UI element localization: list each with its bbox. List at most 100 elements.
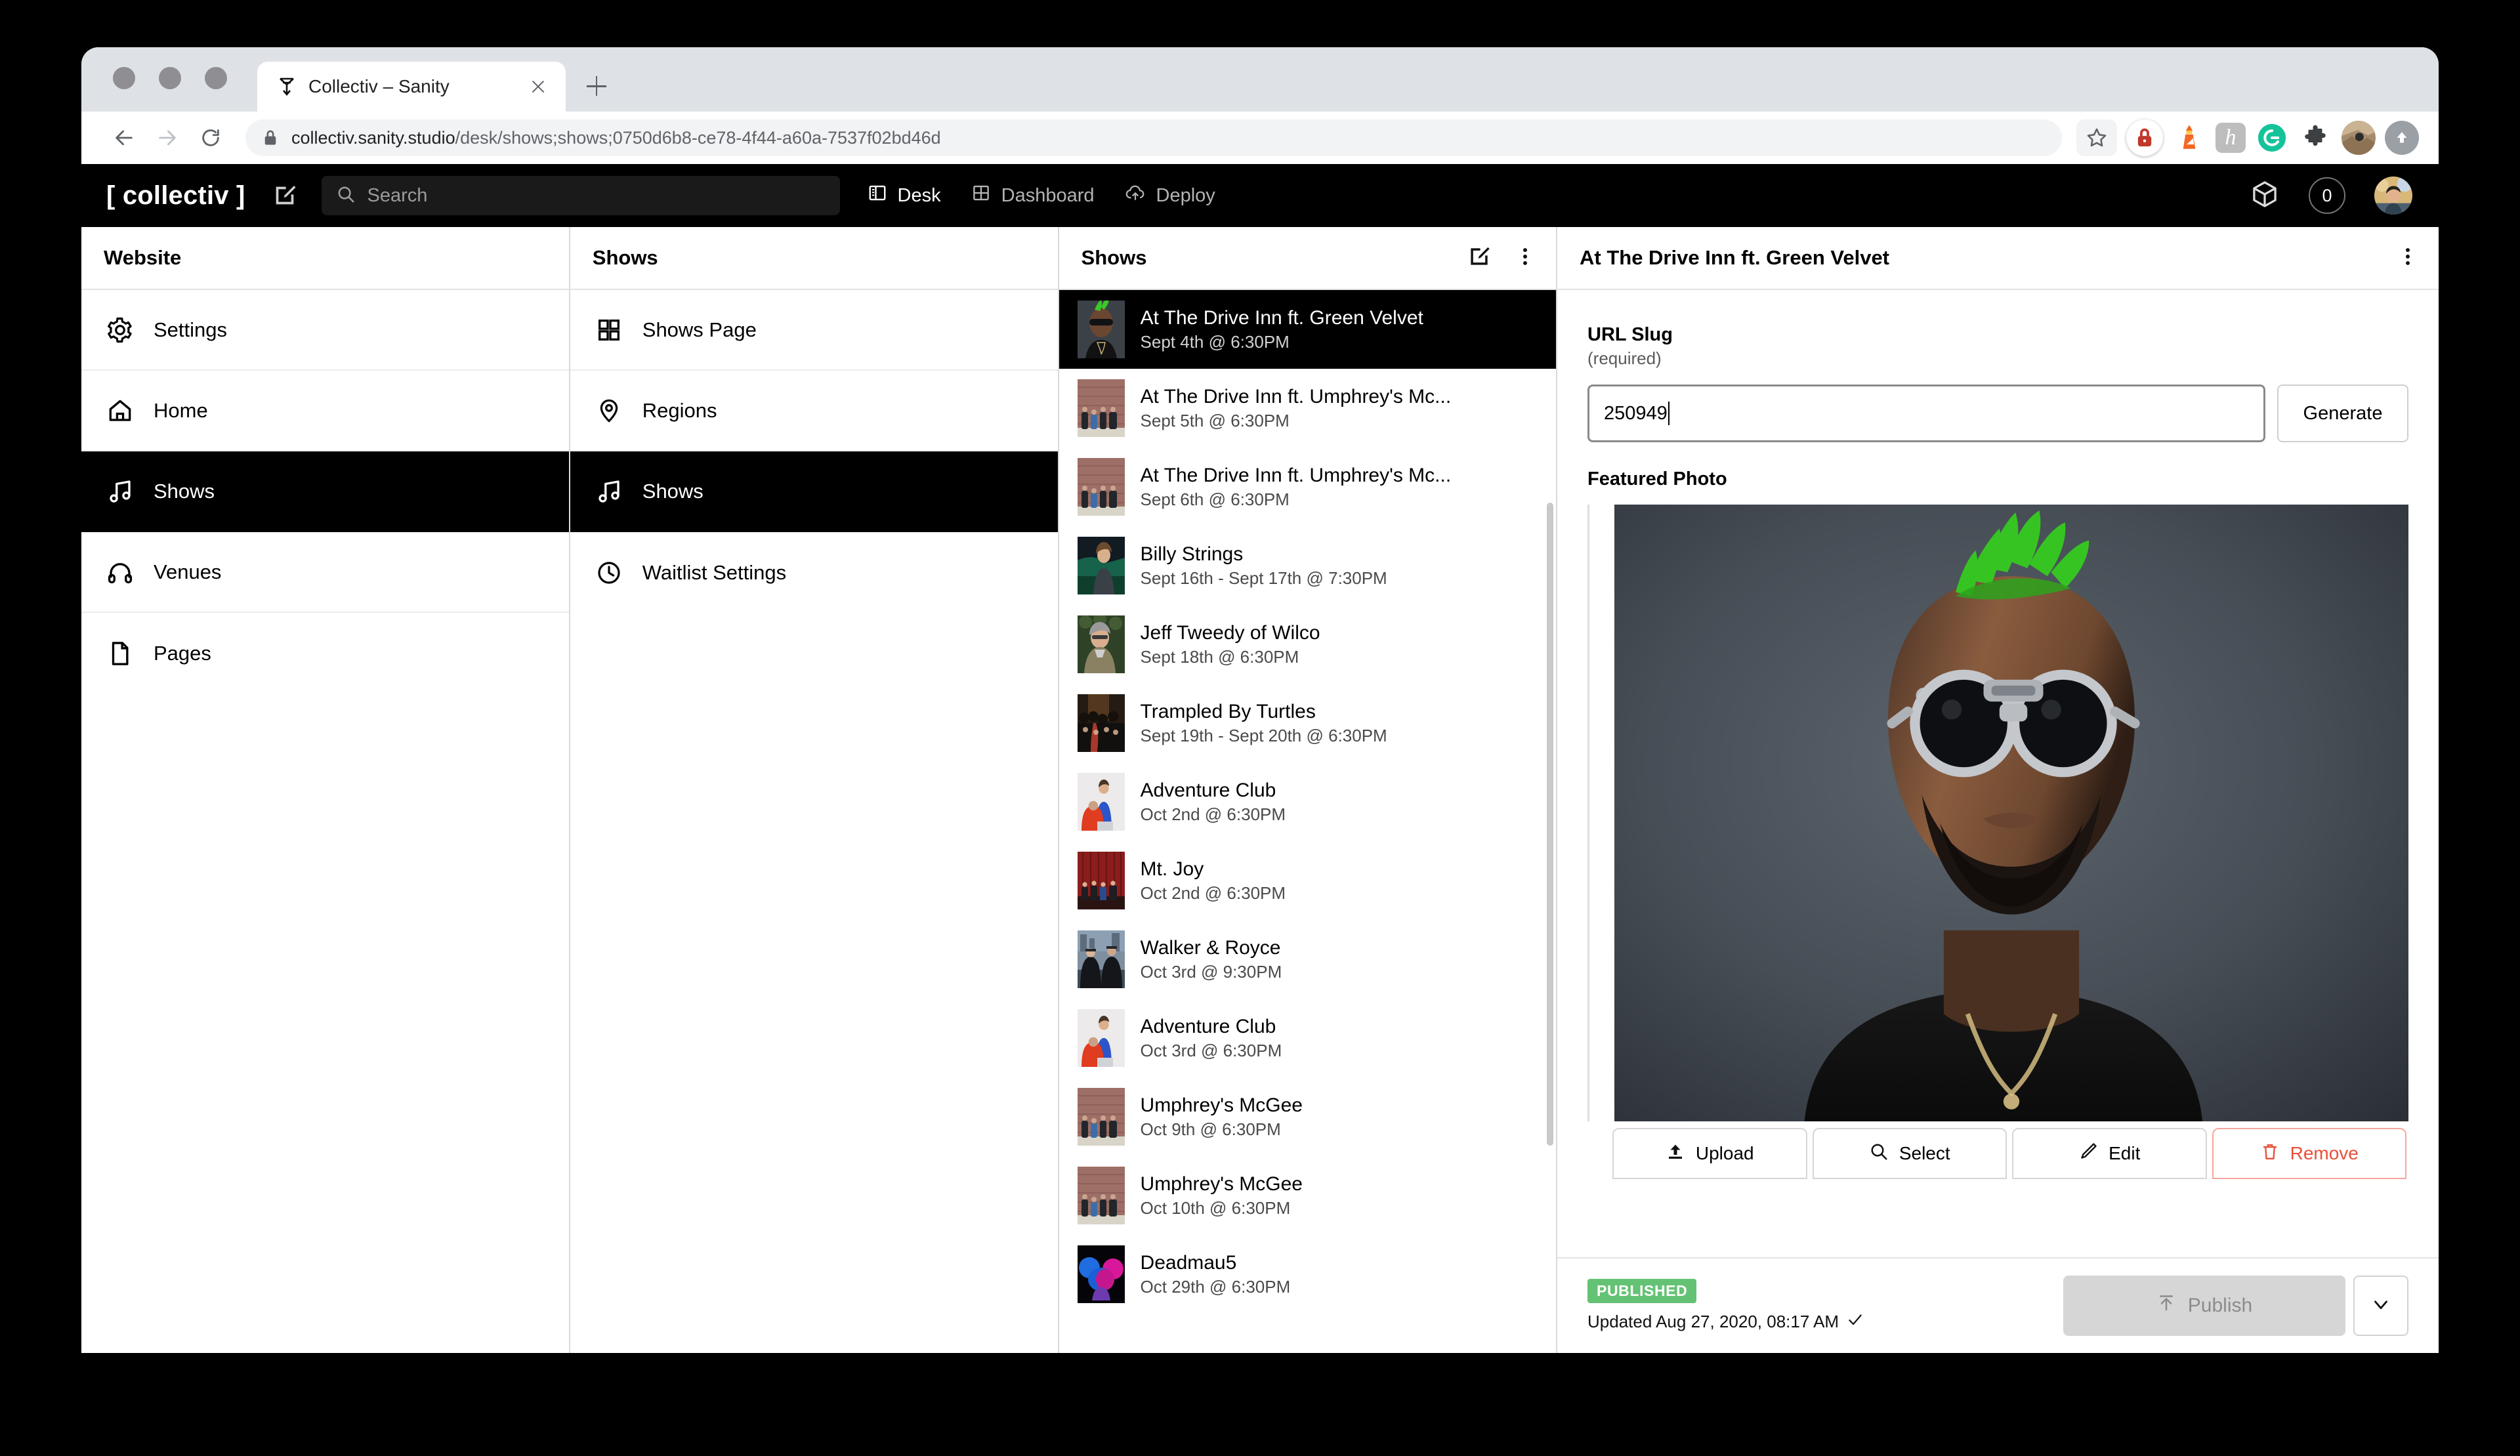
h-extension-icon[interactable]: h (2216, 123, 2246, 153)
publish-menu-button[interactable] (2353, 1276, 2408, 1336)
pane-shows-menu-header: Shows (570, 227, 1058, 290)
remove-button[interactable]: Remove (2212, 1128, 2407, 1179)
nav-dashboard[interactable]: Dashboard (971, 183, 1095, 208)
edit-button[interactable]: Edit (2012, 1128, 2207, 1179)
forward-arrow-icon[interactable] (147, 117, 188, 158)
show-list-item[interactable]: Adventure ClubOct 2nd @ 6:30PM (1059, 762, 1556, 841)
featured-photo-image[interactable] (1614, 505, 2408, 1121)
chevron-down-icon (2370, 1293, 2392, 1319)
show-date: Oct 10th @ 6:30PM (1141, 1198, 1540, 1218)
show-list-item[interactable]: Jeff Tweedy of WilcoSept 18th @ 6:30PM (1059, 605, 1556, 684)
grid-icon (594, 315, 624, 345)
show-list-item[interactable]: Adventure ClubOct 3rd @ 6:30PM (1059, 999, 1556, 1077)
back-arrow-icon[interactable] (104, 117, 144, 158)
grammarly-icon[interactable] (2255, 121, 2289, 155)
show-date: Sept 16th - Sept 17th @ 7:30PM (1141, 568, 1540, 589)
show-list-item[interactable]: At The Drive Inn ft. Umphrey's Mc...Sept… (1059, 447, 1556, 526)
show-title: Umphrey's McGee (1141, 1094, 1540, 1117)
show-text: Walker & RoyceOct 3rd @ 9:30PM (1141, 936, 1540, 982)
show-list-item[interactable]: Deadmau5Oct 29th @ 6:30PM (1059, 1235, 1556, 1314)
sidebar-item-home[interactable]: Home (81, 371, 569, 451)
presence-count-badge[interactable]: 0 (2309, 177, 2345, 214)
more-vertical-icon[interactable] (2397, 245, 2419, 271)
menu-item-regions-label: Regions (642, 399, 717, 423)
show-title: At The Drive Inn ft. Umphrey's Mc... (1141, 464, 1540, 487)
star-icon[interactable] (2076, 119, 2117, 156)
menu-item-regions[interactable]: Regions (570, 371, 1058, 451)
show-title: Billy Strings (1141, 543, 1540, 566)
shows-list[interactable]: At The Drive Inn ft. Green VelvetSept 4t… (1059, 290, 1556, 1353)
menu-item-shows-page-label: Shows Page (642, 318, 757, 342)
updated-timestamp[interactable]: Updated Aug 27, 2020, 08:17 AM (1587, 1311, 1864, 1333)
package-cube-icon[interactable] (2250, 179, 2280, 213)
new-tab-icon[interactable] (576, 66, 617, 106)
pane-website: Website Settings Home (81, 227, 570, 1353)
lock-extension-icon[interactable] (2126, 119, 2163, 156)
show-list-item[interactable]: Umphrey's McGeeOct 9th @ 6:30PM (1059, 1077, 1556, 1156)
update-upload-icon[interactable] (2385, 121, 2419, 155)
select-label: Select (1899, 1143, 1950, 1164)
close-tab-icon[interactable] (525, 73, 551, 100)
slug-input[interactable]: 250949 (1587, 385, 2265, 442)
maximize-window-button[interactable] (205, 67, 227, 89)
browser-tab[interactable]: Collectiv – Sanity (257, 62, 566, 112)
menu-item-waitlist-settings[interactable]: Waitlist Settings (570, 532, 1058, 613)
slug-required-text: (required) (1587, 348, 2408, 369)
address-bar[interactable]: collectiv.sanity.studio/desk/shows;shows… (245, 119, 2062, 156)
show-thumbnail (1078, 615, 1125, 673)
show-text: Deadmau5Oct 29th @ 6:30PM (1141, 1251, 1540, 1297)
upload-label: Upload (1696, 1143, 1754, 1164)
image-actions: Upload Select Edit (1612, 1128, 2406, 1179)
show-list-item[interactable]: Trampled By TurtlesSept 19th - Sept 20th… (1059, 684, 1556, 762)
show-text: Adventure ClubOct 2nd @ 6:30PM (1141, 779, 1540, 825)
show-list-item[interactable]: Mt. JoyOct 2nd @ 6:30PM (1059, 841, 1556, 920)
sidebar-item-shows[interactable]: Shows (81, 451, 569, 532)
profile-avatar-icon[interactable] (2342, 121, 2376, 155)
upload-button[interactable]: Upload (1612, 1128, 1807, 1179)
compose-icon[interactable] (272, 182, 298, 209)
slug-input-value: 250949 (1604, 403, 1668, 425)
more-vertical-icon[interactable] (1514, 245, 1536, 271)
show-list-item[interactable]: At The Drive Inn ft. Umphrey's Mc...Sept… (1059, 369, 1556, 447)
nav-desk[interactable]: Desk (868, 183, 941, 208)
footer-actions: Publish (2063, 1276, 2408, 1336)
list-scrollbar[interactable] (1547, 503, 1553, 1146)
search-icon (1869, 1142, 1889, 1166)
show-thumbnail (1078, 1088, 1125, 1146)
show-thumbnail (1078, 1009, 1125, 1067)
sidebar-item-settings[interactable]: Settings (81, 290, 569, 371)
show-list-item[interactable]: Umphrey's McGeeOct 10th @ 6:30PM (1059, 1156, 1556, 1235)
generate-button[interactable]: Generate (2277, 385, 2408, 442)
menu-item-shows-page[interactable]: Shows Page (570, 290, 1058, 371)
show-list-item[interactable]: At The Drive Inn ft. Green VelvetSept 4t… (1059, 290, 1556, 369)
browser-toolbar-actions: h (2076, 119, 2419, 156)
close-window-button[interactable] (113, 67, 135, 89)
collectiv-logo[interactable]: [ collectiv ] (106, 181, 245, 211)
publish-up-icon (2156, 1293, 2176, 1318)
deploy-cloud-icon (1125, 183, 1146, 208)
publish-button[interactable]: Publish (2063, 1276, 2345, 1336)
search-input[interactable]: Search (322, 176, 840, 215)
sidebar-item-venues[interactable]: Venues (81, 532, 569, 613)
show-thumbnail (1078, 1245, 1125, 1303)
show-text: At The Drive Inn ft. Umphrey's Mc...Sept… (1141, 464, 1540, 510)
minimize-window-button[interactable] (159, 67, 181, 89)
pane-document: At The Drive Inn ft. Green Velvet URL Sl… (1557, 227, 2439, 1353)
puzzle-icon[interactable] (2298, 121, 2332, 155)
show-thumbnail (1078, 852, 1125, 909)
compose-icon[interactable] (1467, 244, 1492, 272)
map-pin-icon (594, 396, 624, 426)
nav-deploy[interactable]: Deploy (1125, 183, 1215, 208)
slug-label: URL Slug (1587, 324, 2408, 346)
show-title: At The Drive Inn ft. Umphrey's Mc... (1141, 385, 1540, 408)
show-list-item[interactable]: Walker & RoyceOct 3rd @ 9:30PM (1059, 920, 1556, 999)
lighthouse-icon[interactable] (2172, 121, 2206, 155)
sidebar-item-pages[interactable]: Pages (81, 613, 569, 694)
select-button[interactable]: Select (1813, 1128, 2007, 1179)
menu-item-shows[interactable]: Shows (570, 451, 1058, 532)
user-avatar[interactable] (2374, 177, 2412, 215)
reload-icon[interactable] (190, 117, 231, 158)
updated-text: Updated Aug 27, 2020, 08:17 AM (1587, 1312, 1839, 1332)
pencil-icon (2078, 1142, 2098, 1166)
show-list-item[interactable]: Billy StringsSept 16th - Sept 17th @ 7:3… (1059, 526, 1556, 605)
